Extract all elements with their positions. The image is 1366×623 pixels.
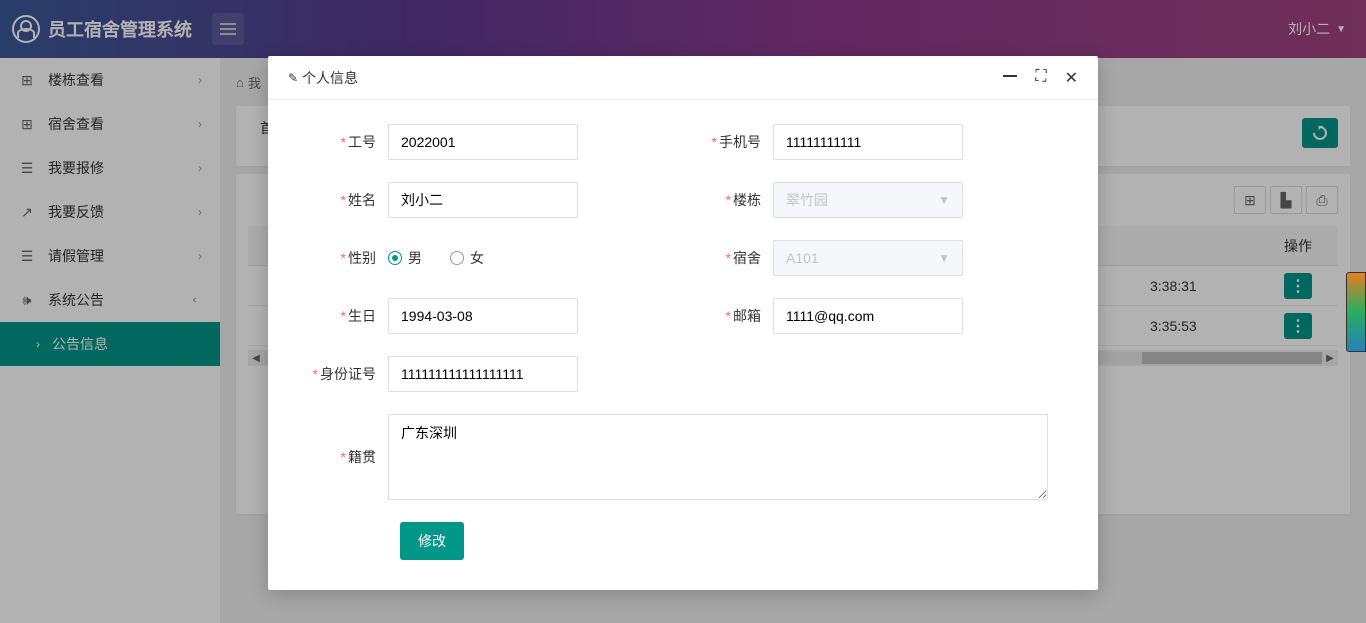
gender-male-radio[interactable]: 男 [388, 248, 422, 268]
side-widget[interactable] [1346, 272, 1366, 352]
label-birthday: *生日 [298, 306, 388, 326]
label-dorm: *宿舍 [683, 248, 773, 268]
edit-icon: ✎ [288, 71, 298, 85]
birthday-input[interactable] [388, 298, 578, 334]
minimize-button[interactable] [1003, 68, 1017, 88]
submit-button[interactable]: 修改 [400, 522, 464, 560]
label-name: *姓名 [298, 190, 388, 210]
radio-icon [388, 251, 402, 265]
building-select[interactable]: 翠竹园 ▼ [773, 182, 963, 218]
label-gender: *性别 [298, 248, 388, 268]
chevron-down-icon: ▼ [938, 193, 950, 207]
native-textarea[interactable] [388, 414, 1048, 500]
idcard-input[interactable] [388, 356, 578, 392]
label-idcard: *身份证号 [298, 364, 388, 384]
radio-icon [450, 251, 464, 265]
modal-body: *工号 *手机号 *姓名 *楼栋 翠竹园 ▼ *性别 [268, 100, 1098, 590]
maximize-button[interactable]: ⛶ [1035, 68, 1046, 88]
label-building: *楼栋 [683, 190, 773, 210]
label-email: *邮箱 [683, 306, 773, 326]
chevron-down-icon: ▼ [938, 251, 950, 265]
label-employee-id: *工号 [298, 132, 388, 152]
gender-female-radio[interactable]: 女 [450, 248, 484, 268]
name-input[interactable] [388, 182, 578, 218]
profile-modal: ✎ 个人信息 ⛶ ✕ *工号 *手机号 *姓名 *楼栋 [268, 56, 1098, 590]
minimize-icon [1003, 75, 1017, 77]
label-phone: *手机号 [683, 132, 773, 152]
phone-input[interactable] [773, 124, 963, 160]
modal-title-label: 个人信息 [302, 68, 358, 88]
email-input[interactable] [773, 298, 963, 334]
label-native: *籍贯 [298, 447, 388, 467]
dorm-select[interactable]: A101 ▼ [773, 240, 963, 276]
employee-id-input[interactable] [388, 124, 578, 160]
modal-header: ✎ 个人信息 ⛶ ✕ [268, 56, 1098, 100]
close-button[interactable]: ✕ [1065, 68, 1078, 88]
